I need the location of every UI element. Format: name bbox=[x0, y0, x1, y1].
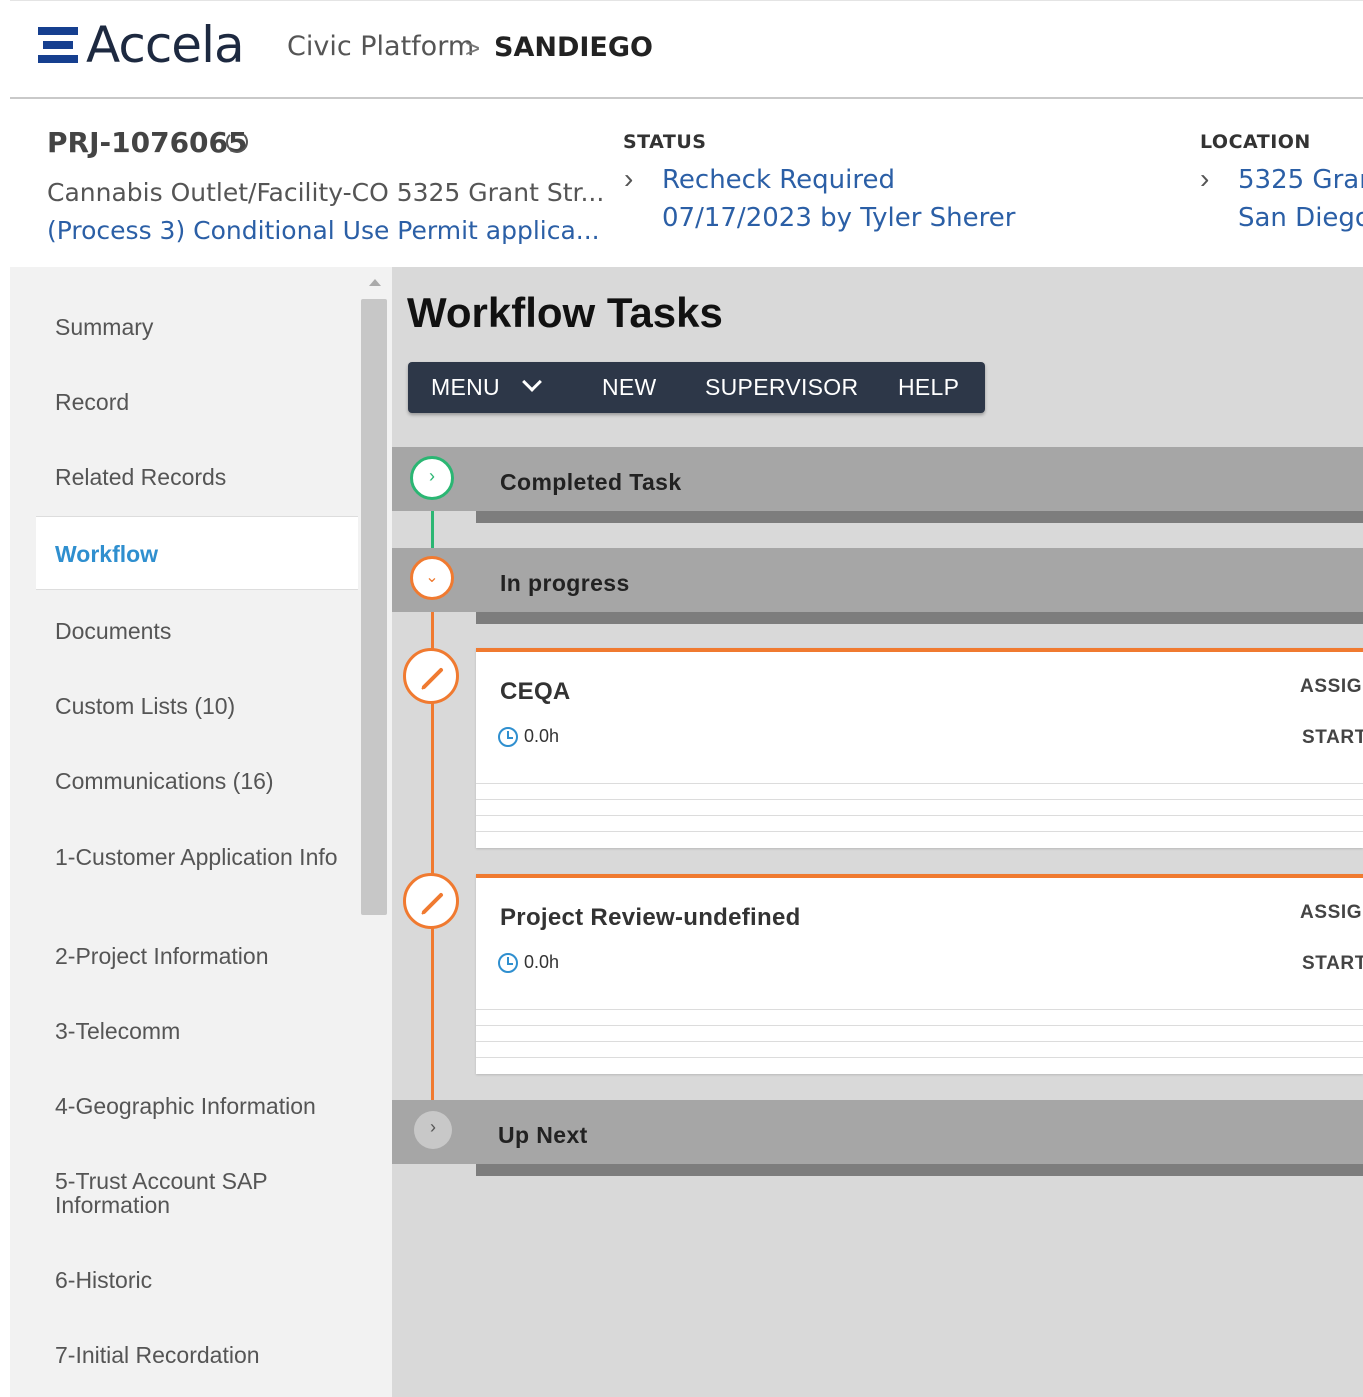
section-title: Up Next bbox=[498, 1122, 588, 1148]
sidebar-item-related-records[interactable]: Related Records bbox=[55, 465, 345, 489]
expand-up-next-icon[interactable]: › bbox=[414, 1111, 452, 1149]
start-label: START bbox=[1302, 727, 1363, 748]
expand-completed-icon[interactable]: › bbox=[410, 456, 454, 500]
timeline-connector bbox=[431, 927, 434, 1107]
edit-task-button[interactable] bbox=[403, 648, 459, 704]
pencil-icon bbox=[421, 893, 443, 915]
breadcrumb-separator-icon: > bbox=[465, 33, 481, 63]
sidebar-item-geographic-information[interactable]: 4-Geographic Information bbox=[55, 1094, 345, 1118]
record-id: PRJ-1076065 bbox=[47, 126, 248, 159]
up-next-section[interactable]: Up Next bbox=[392, 1100, 1363, 1176]
sidebar-item-communications[interactable]: Communications (16) bbox=[55, 769, 345, 793]
chevron-right-icon: › bbox=[624, 163, 634, 194]
sidebar-item-customer-application-info[interactable]: 1-Customer Application Info bbox=[55, 845, 345, 869]
sidebar-item-trust-account-sap[interactable]: 5-Trust Account SAP Information bbox=[55, 1169, 345, 1217]
edit-task-button[interactable] bbox=[403, 873, 459, 929]
sidebar-item-historic[interactable]: 6-Historic bbox=[55, 1268, 345, 1292]
status-label: STATUS bbox=[623, 131, 707, 153]
help-button[interactable]: HELP bbox=[898, 374, 959, 401]
task-time: 0.0h bbox=[524, 952, 560, 972]
scrollbar-thumb[interactable] bbox=[361, 299, 387, 915]
location-line1[interactable]: 5325 Gran bbox=[1238, 165, 1363, 195]
task-card-project-review[interactable]: Project Review-undefined 0.0h ASSIG STAR… bbox=[476, 874, 1363, 1074]
start-label: START bbox=[1302, 953, 1363, 974]
status-date: 07/17/2023 by Tyler Sherer bbox=[662, 203, 1016, 233]
record-header: PRJ-1076065 Cannabis Outlet/Facility-CO … bbox=[10, 101, 1363, 267]
timeline-connector bbox=[431, 701, 434, 875]
sidebar-item-custom-lists[interactable]: Custom Lists (10) bbox=[55, 694, 345, 718]
record-description: Cannabis Outlet/Facility-CO 5325 Grant S… bbox=[47, 178, 605, 207]
pencil-icon bbox=[421, 668, 443, 690]
collapse-in-progress-icon[interactable]: ⌄ bbox=[410, 556, 454, 600]
breadcrumb-product[interactable]: Civic Platform bbox=[287, 31, 474, 62]
clock-icon bbox=[498, 953, 518, 973]
refresh-icon[interactable] bbox=[226, 131, 248, 153]
workflow-toolbar: MENU NEW SUPERVISOR HELP bbox=[408, 362, 985, 413]
location-label: LOCATION bbox=[1200, 131, 1311, 153]
completed-task-section[interactable]: Completed Task bbox=[392, 447, 1363, 523]
sidebar-item-summary[interactable]: Summary bbox=[55, 315, 345, 339]
sidebar-item-record[interactable]: Record bbox=[55, 390, 345, 414]
status-value[interactable]: Recheck Required bbox=[662, 165, 895, 195]
workflow-panel: Workflow Tasks MENU NEW SUPERVISOR HELP … bbox=[392, 267, 1363, 1397]
chevron-down-icon[interactable] bbox=[522, 372, 542, 392]
section-title: In progress bbox=[500, 570, 630, 596]
chevron-right-icon: › bbox=[1200, 163, 1210, 194]
sidebar-item-telecomm[interactable]: 3-Telecomm bbox=[55, 1019, 345, 1043]
section-title: Completed Task bbox=[500, 469, 682, 495]
task-name[interactable]: CEQA bbox=[500, 678, 571, 706]
page-title: Workflow Tasks bbox=[407, 289, 723, 336]
accela-logo[interactable]: Accela bbox=[38, 16, 245, 74]
record-description-link[interactable]: (Process 3) Conditional Use Permit appli… bbox=[47, 216, 600, 245]
task-details bbox=[476, 783, 1363, 847]
task-name[interactable]: Project Review-undefined bbox=[500, 904, 801, 932]
menu-button[interactable]: MENU bbox=[431, 374, 500, 401]
clock-icon bbox=[498, 727, 518, 747]
assigned-label: ASSIG bbox=[1300, 676, 1363, 697]
in-progress-section[interactable]: In progress bbox=[392, 548, 1363, 624]
sidebar-item-project-information[interactable]: 2-Project Information bbox=[55, 944, 345, 968]
task-card-ceqa[interactable]: CEQA 0.0h ASSIG START bbox=[476, 648, 1363, 848]
sidebar-item-initial-recordation[interactable]: 7-Initial Recordation bbox=[55, 1343, 345, 1367]
sidebar-nav: Summary Record Related Records Workflow … bbox=[10, 267, 392, 1397]
scroll-up-arrow-icon[interactable] bbox=[369, 279, 381, 286]
assigned-label: ASSIG bbox=[1300, 902, 1363, 923]
location-line2: San Diego, bbox=[1238, 203, 1363, 233]
supervisor-button[interactable]: SUPERVISOR bbox=[705, 374, 858, 401]
sidebar-item-workflow[interactable]: Workflow bbox=[55, 542, 345, 566]
top-header: Accela Civic Platform > SANDIEGO bbox=[10, 0, 1363, 99]
sidebar-item-documents[interactable]: Documents bbox=[55, 619, 345, 643]
task-time: 0.0h bbox=[524, 726, 560, 746]
logo-text: Accela bbox=[86, 16, 245, 74]
new-button[interactable]: NEW bbox=[602, 374, 657, 401]
task-details bbox=[476, 1009, 1363, 1073]
breadcrumb-agency[interactable]: SANDIEGO bbox=[494, 32, 653, 63]
accela-logo-icon bbox=[38, 23, 80, 67]
